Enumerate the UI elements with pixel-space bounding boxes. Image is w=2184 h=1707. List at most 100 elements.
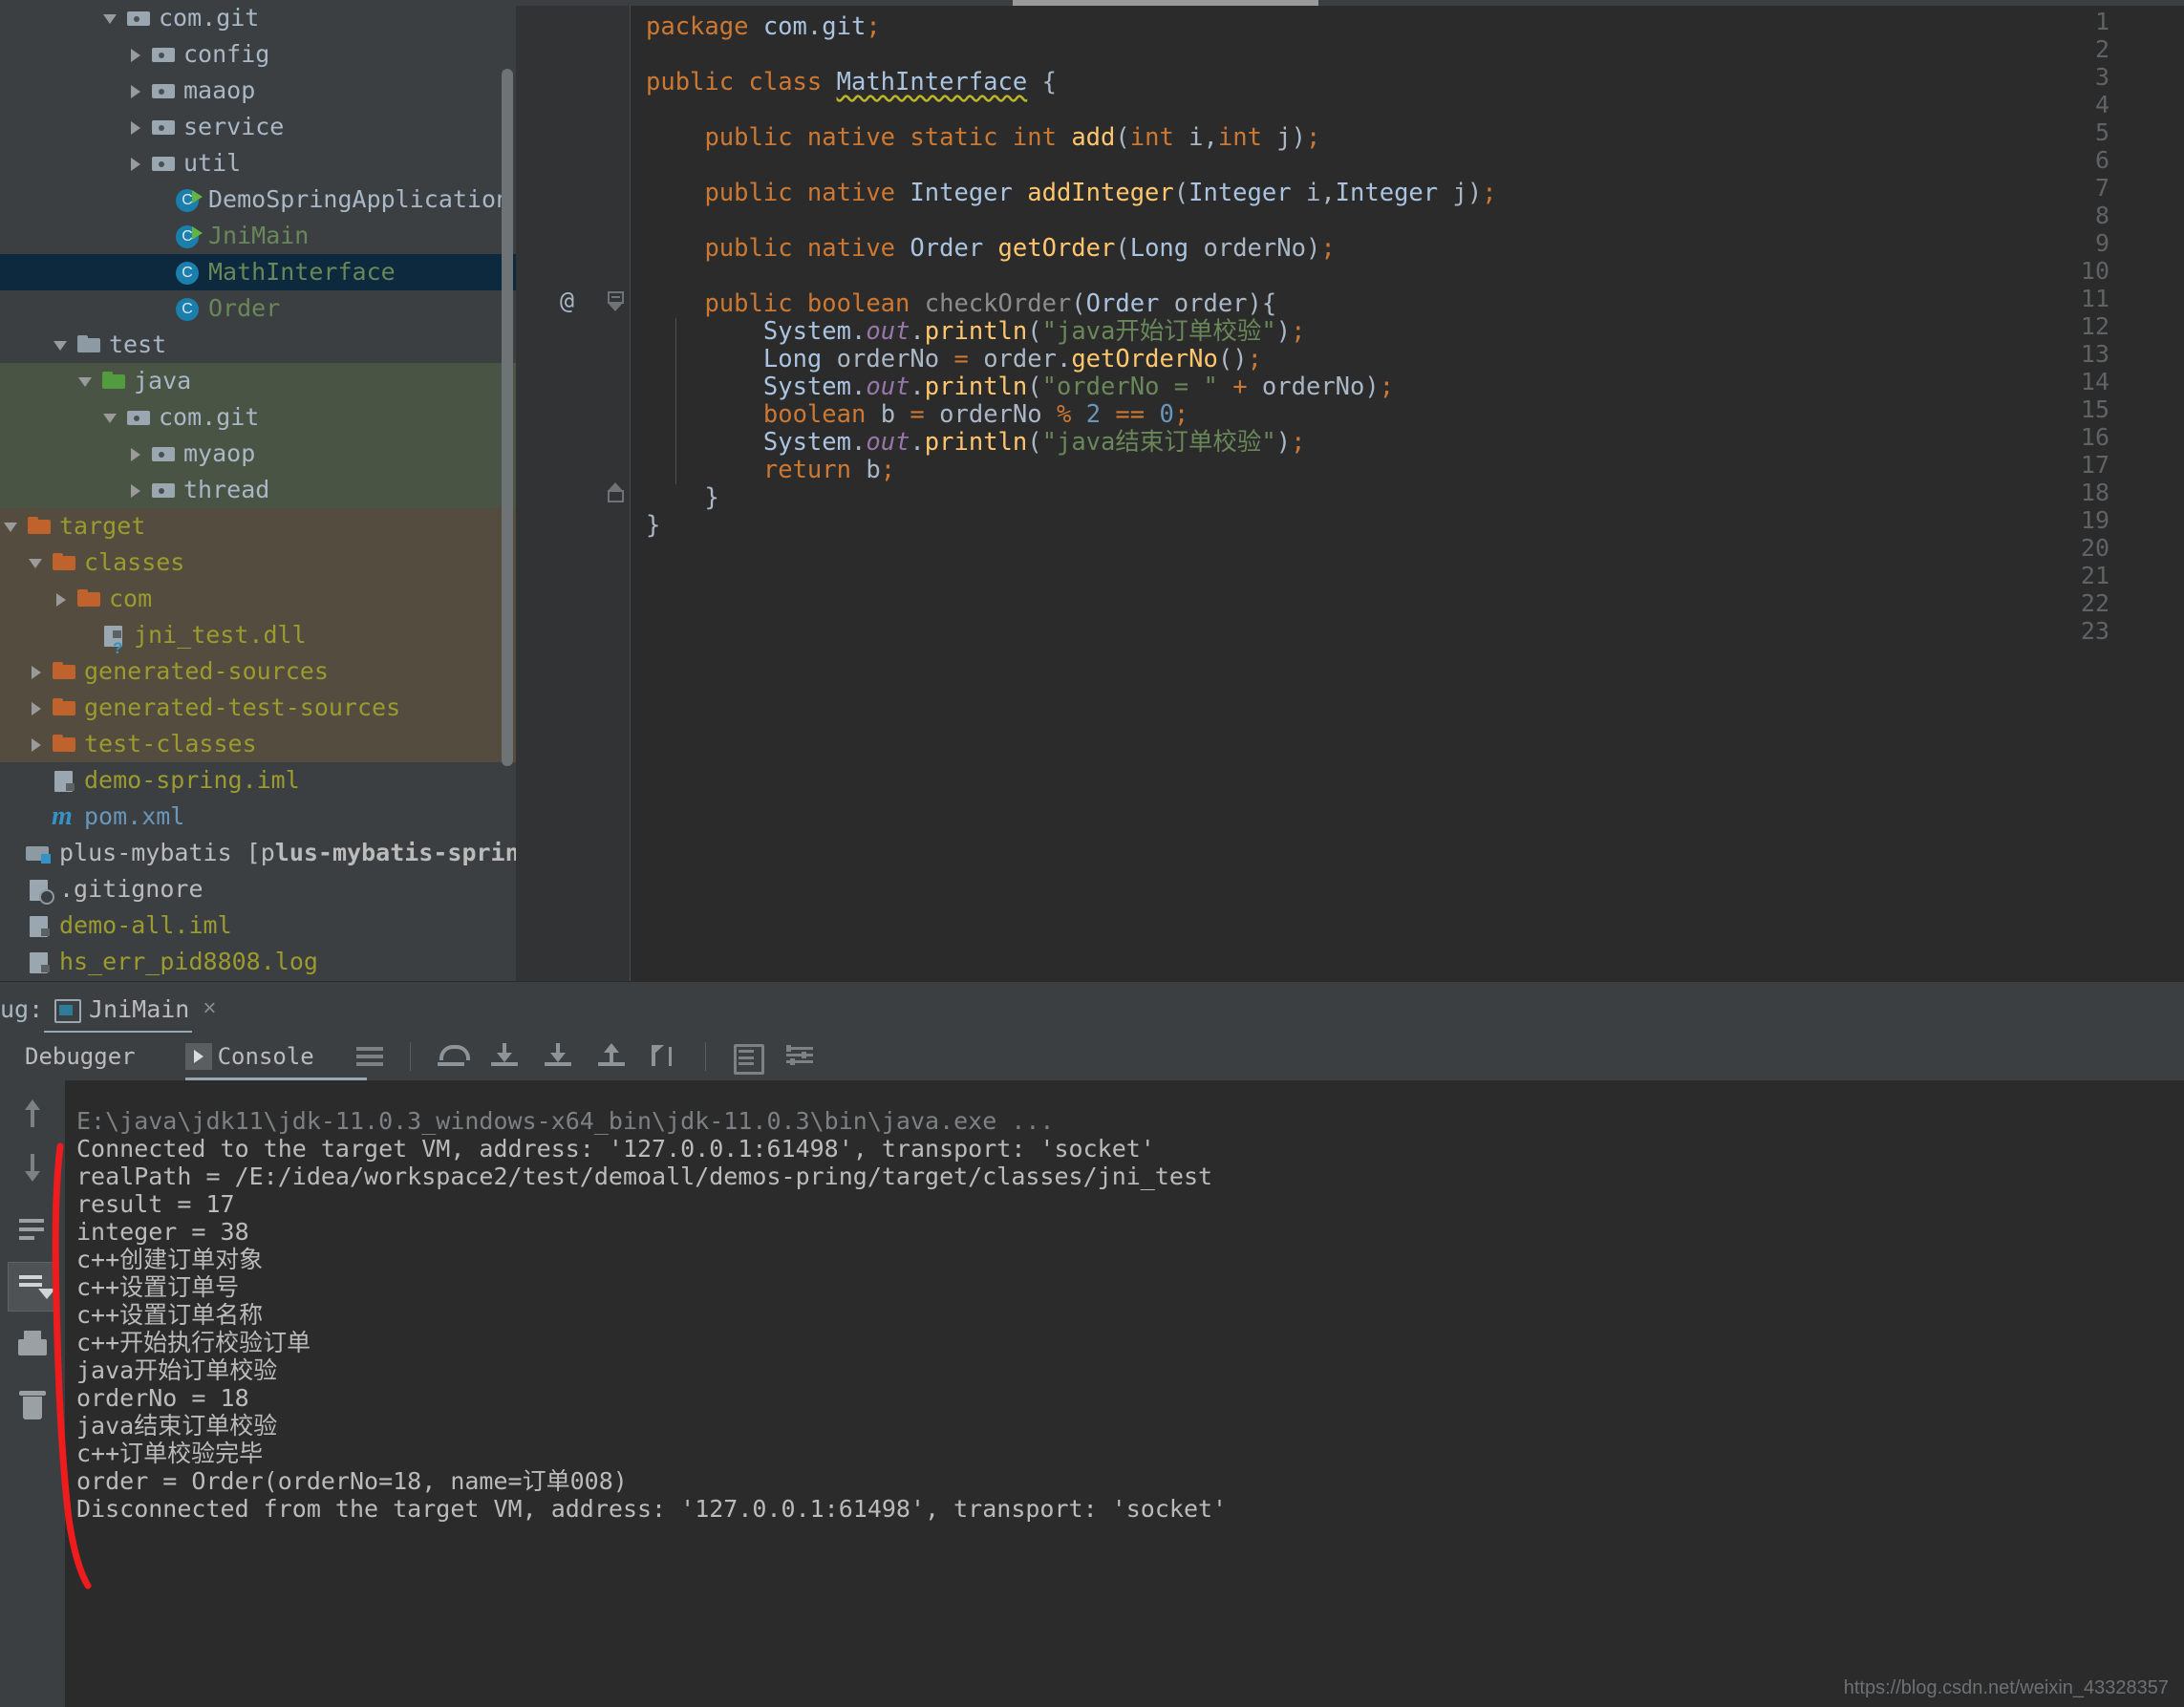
close-icon[interactable]: ×	[203, 995, 216, 1022]
tree-row[interactable]: demo-all.iml	[0, 907, 516, 944]
tree-row[interactable]: maaop	[0, 73, 516, 109]
chevron-down-icon[interactable]	[0, 508, 25, 544]
console-text-content[interactable]: E:\java\jdk11\jdk-11.0.3_windows-x64_bin…	[65, 1080, 2184, 1707]
tree-row-label: DemoSpringApplication	[208, 185, 511, 213]
settings-lines-icon[interactable]	[779, 1035, 821, 1078]
console-output-panel[interactable]: E:\java\jdk11\jdk-11.0.3_windows-x64_bin…	[0, 1080, 2184, 1707]
unknown-file-icon	[99, 617, 130, 653]
console-side-toolbar	[0, 1080, 65, 1707]
tree-row[interactable]: pom.xml	[0, 799, 516, 835]
console-line: java开始订单校验	[76, 1356, 278, 1384]
chevron-right-icon[interactable]	[50, 581, 75, 617]
tree-row[interactable]: demo-spring.iml	[0, 762, 516, 799]
debug-session-tab-jnimain[interactable]: JniMain ×	[44, 986, 224, 1032]
package-folder-icon	[149, 145, 180, 181]
force-step-into-icon[interactable]	[537, 1035, 579, 1078]
tree-row[interactable]: DemoSpringApplication	[0, 181, 516, 218]
tree-row-label: maaop	[183, 76, 256, 104]
tree-row[interactable]: hs_err_pid8808.log	[0, 944, 516, 980]
chevron-right-icon[interactable]	[25, 726, 50, 762]
scroll-to-end-icon[interactable]	[8, 1262, 57, 1312]
chevron-right-icon[interactable]	[25, 653, 50, 690]
tree-row-label: MathInterface	[208, 258, 396, 286]
tab-debugger[interactable]: Debugger	[15, 1043, 145, 1070]
tree-row[interactable]: Order	[0, 290, 516, 327]
tree-row[interactable]: jni_test.dll	[0, 617, 516, 653]
code-fold-end-icon[interactable]	[608, 480, 627, 502]
code-text-area[interactable]: package com.git; public class MathInterfa…	[631, 6, 2184, 981]
toolbar-divider	[409, 1042, 411, 1071]
step-out-icon[interactable]	[590, 1035, 632, 1078]
toolbar-divider-2	[704, 1042, 706, 1071]
tab-console[interactable]: Console	[184, 1043, 367, 1081]
code-line: }	[646, 511, 661, 540]
tree-row[interactable]: myaop	[0, 436, 516, 472]
menu-icon[interactable]	[349, 1035, 391, 1078]
scroll-up-icon[interactable]	[8, 1088, 57, 1138]
chevron-right-icon[interactable]	[124, 109, 149, 145]
folder-orange-icon	[50, 726, 80, 762]
step-into-icon[interactable]	[483, 1035, 525, 1078]
step-over-icon[interactable]	[430, 1035, 472, 1078]
tree-row-label: demo-spring.iml	[84, 766, 300, 794]
tree-row[interactable]: test-classes	[0, 726, 516, 762]
tree-row[interactable]: generated-sources	[0, 653, 516, 690]
tree-row[interactable]: classes	[0, 544, 516, 581]
chevron-right-icon[interactable]	[124, 73, 149, 109]
console-window-icon	[52, 994, 81, 1023]
chevron-down-icon[interactable]	[75, 363, 99, 399]
package-folder-icon	[149, 36, 180, 73]
tree-row[interactable]: service	[0, 109, 516, 145]
maven-icon	[50, 799, 80, 835]
chevron-right-icon[interactable]	[25, 690, 50, 726]
tree-row-label: jni_test.dll	[134, 621, 307, 649]
tree-row[interactable]: com.git	[0, 0, 516, 36]
code-editor[interactable]: 1 2 3 4 5 6 7 8 9 10 11 12 13 14 15 16 17 18 19 20 21 22 23 @ …	[516, 0, 2184, 981]
package-folder-icon	[124, 0, 155, 36]
folder-gray-icon	[75, 327, 105, 363]
tree-row[interactable]: MathInterface	[0, 254, 516, 290]
console-line: integer = 38	[76, 1218, 249, 1246]
indent-guide	[675, 318, 676, 484]
chevron-right-icon[interactable]	[124, 145, 149, 181]
clear-all-icon[interactable]	[8, 1380, 57, 1430]
package-folder-icon	[149, 109, 180, 145]
chevron-down-icon[interactable]	[25, 544, 50, 581]
tree-row[interactable]: thread	[0, 472, 516, 508]
scroll-down-icon[interactable]	[8, 1143, 57, 1193]
tree-row[interactable]: JniMain	[0, 218, 516, 254]
console-line: Connected to the target VM, address: '12…	[76, 1135, 1155, 1163]
tree-row-label: com.git	[159, 403, 260, 431]
tree-row[interactable]: config	[0, 36, 516, 73]
tree-row[interactable]: com	[0, 581, 516, 617]
run-to-cursor-icon[interactable]	[644, 1035, 686, 1078]
code-fold-start-icon[interactable]	[608, 289, 627, 311]
tree-row[interactable]: com.git	[0, 399, 516, 436]
tree-row[interactable]: generated-test-sources	[0, 690, 516, 726]
chevron-down-icon[interactable]	[99, 0, 124, 36]
tree-row[interactable]: target	[0, 508, 516, 544]
soft-wrap-icon[interactable]	[8, 1205, 57, 1254]
chevron-right-icon[interactable]	[124, 436, 149, 472]
chevron-down-icon[interactable]	[99, 399, 124, 436]
tree-row[interactable]: java	[0, 363, 516, 399]
chevron-right-icon[interactable]	[124, 472, 149, 508]
chevron-right-icon[interactable]	[124, 36, 149, 73]
chevron-down-icon[interactable]	[50, 327, 75, 363]
code-line: boolean b = orderNo % 2 == 0;	[762, 400, 1189, 429]
debug-tab-bar: ug: JniMain ×	[0, 981, 2184, 1035]
print-icon[interactable]	[8, 1321, 57, 1371]
annotation-gutter-marker[interactable]: @	[560, 287, 574, 314]
evaluate-expression-icon[interactable]	[725, 1035, 767, 1078]
tree-row[interactable]: test	[0, 327, 516, 363]
tree-row[interactable]: .gitignore	[0, 871, 516, 907]
tree-row-label: pom.xml	[84, 802, 185, 830]
tree-scrollbar[interactable]	[502, 69, 513, 766]
tree-row[interactable]: plus-mybatis [plus-mybatis-springbo	[0, 835, 516, 871]
tree-row[interactable]: util	[0, 145, 516, 181]
project-tree-panel[interactable]: com.git config maaop service util DemoSpringA…	[0, 0, 516, 981]
